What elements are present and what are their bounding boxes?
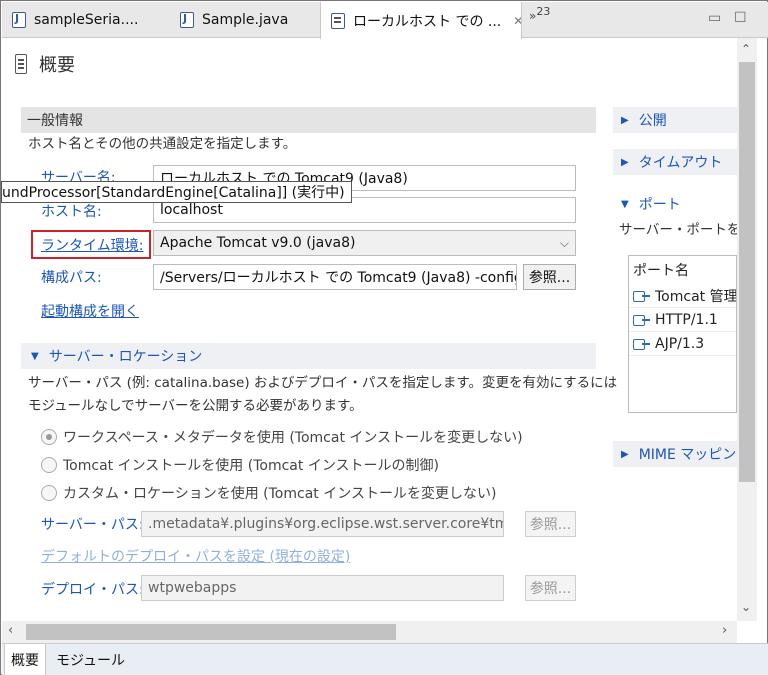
expanded-triangle-icon: ▼ xyxy=(621,198,629,210)
collapsed-triangle-icon: ▶ xyxy=(621,114,629,126)
runtime-environment-select[interactable]: Apache Tomcat v9.0 (java8) ⌵ xyxy=(153,230,576,256)
tab-modules[interactable]: モジュール xyxy=(50,644,131,675)
scroll-up-icon[interactable]: ⌃ xyxy=(741,42,751,56)
table-row[interactable]: HTTP/1.1 xyxy=(629,308,736,332)
radio-tomcat-install[interactable]: Tomcat インストールを使用 (Tomcat インストールの制御) xyxy=(41,455,439,475)
table-row[interactable]: Tomcat 管理 xyxy=(629,284,736,308)
expanded-triangle-icon: ▼ xyxy=(31,350,39,362)
ports-table[interactable]: ポート名 Tomcat 管理 HTTP/1.1 AJP/1.3 xyxy=(628,255,737,413)
server-icon xyxy=(15,54,27,74)
section-title: MIME マッピング xyxy=(638,447,737,463)
section-ports-header[interactable]: ▼ ポート xyxy=(613,191,737,217)
open-launch-config-link[interactable]: 起動構成を開く xyxy=(41,301,139,321)
tab-sample-serial[interactable]: sampleSeria.... xyxy=(2,2,162,38)
port-name: HTTP/1.1 xyxy=(655,311,718,328)
runtime-selected-value: Apache Tomcat v9.0 (java8) xyxy=(160,235,356,251)
tab-server-overview[interactable]: ローカルホスト での ... ✕ xyxy=(320,2,522,39)
server-icon xyxy=(331,12,345,29)
section-title: ポート xyxy=(638,197,681,213)
collapsed-triangle-icon: ▶ xyxy=(621,156,629,168)
config-path-field[interactable]: /Servers/ローカルホスト での Tomcat9 (Java8) -con… xyxy=(153,264,517,290)
deploy-path-field[interactable]: wtpwebapps xyxy=(141,575,504,601)
section-publish-header[interactable]: ▶ 公開 xyxy=(613,107,737,133)
tooltip: undProcessor[StandardEngine[Catalina]] (… xyxy=(1,181,352,203)
server-path-label: サーバー・パス: xyxy=(41,517,144,533)
section-timeout-header[interactable]: ▶ タイムアウト xyxy=(613,149,737,175)
deploy-path-label: デプロイ・パス: xyxy=(41,582,144,598)
scroll-down-icon[interactable]: ⌄ xyxy=(741,600,751,614)
scrollbar-thumb[interactable] xyxy=(26,624,396,640)
scroll-left-icon[interactable]: ‹ xyxy=(8,623,13,638)
tab-label: Sample.java xyxy=(202,12,289,28)
bottom-tab-bar: 概要 モジュール xyxy=(2,643,768,675)
default-deploy-path-link[interactable]: デフォルトのデプロイ・パスを設定 (現在の設定) xyxy=(41,546,350,566)
tab-label: sampleSeria.... xyxy=(34,12,139,28)
ports-column-header: ポート名 xyxy=(633,263,689,279)
horizontal-scrollbar[interactable]: ‹ › xyxy=(2,621,737,643)
radio-selected-icon xyxy=(41,429,57,445)
java-file-icon xyxy=(180,12,194,28)
port-icon xyxy=(633,337,651,351)
scroll-right-icon[interactable]: › xyxy=(722,623,727,638)
radio-label: カスタム・ロケーションを使用 (Tomcat インストールを変更しない) xyxy=(63,486,497,502)
radio-label: Tomcat インストールを使用 (Tomcat インストールの制御) xyxy=(63,458,439,474)
ports-description: サーバー・ポートを変 xyxy=(619,222,737,238)
port-name: AJP/1.3 xyxy=(655,335,705,352)
editor-window: sampleSeria.... Sample.java ローカルホスト での .… xyxy=(0,0,768,675)
radio-label: ワークスペース・メタデータを使用 (Tomcat インストールを変更しない) xyxy=(63,430,523,446)
section-location-header[interactable]: ▼ サーバー・ロケーション xyxy=(21,343,596,369)
tab-overflow-button[interactable]: »23 xyxy=(529,5,550,23)
page-title-text: 概要 xyxy=(39,55,75,76)
table-row[interactable]: AJP/1.3 xyxy=(629,332,736,356)
close-icon[interactable]: ✕ xyxy=(513,14,521,28)
port-icon xyxy=(633,313,651,327)
radio-icon xyxy=(41,485,57,501)
radio-custom-location[interactable]: カスタム・ロケーションを使用 (Tomcat インストールを変更しない) xyxy=(41,483,496,503)
config-browse-button[interactable]: 参照... xyxy=(523,264,576,290)
collapsed-triangle-icon: ▶ xyxy=(621,448,629,460)
tab-sample-java[interactable]: Sample.java xyxy=(170,2,320,38)
highlight-box xyxy=(31,230,151,259)
tab-label: ローカルホスト での ... xyxy=(353,13,502,30)
port-name: Tomcat 管理 xyxy=(655,288,737,305)
vertical-scrollbar[interactable]: ⌃ ⌄ xyxy=(737,38,757,621)
maximize-icon[interactable]: ☐ xyxy=(734,10,747,26)
radio-icon xyxy=(41,457,57,473)
radio-workspace-metadata[interactable]: ワークスペース・メタデータを使用 (Tomcat インストールを変更しない) xyxy=(41,427,523,447)
section-title: サーバー・ロケーション xyxy=(48,349,203,365)
section-title: 公開 xyxy=(638,113,667,129)
server-path-browse-button[interactable]: 参照... xyxy=(525,511,576,537)
chevron-down-icon: ⌵ xyxy=(559,235,569,250)
page-title: 概要 xyxy=(15,51,75,77)
tab-overview[interactable]: 概要 xyxy=(4,644,46,675)
section-mime-header[interactable]: ▶ MIME マッピング xyxy=(613,441,737,467)
location-description-1: サーバー・パス (例: catalina.base) およびデプロイ・パスを指定… xyxy=(28,375,618,391)
overflow-count: 23 xyxy=(536,5,551,18)
location-description-2: モジュールなしでサーバーを公開する必要があります。 xyxy=(28,398,363,414)
java-file-icon xyxy=(12,12,26,28)
section-title: タイムアウト xyxy=(638,155,723,171)
section-general-header: 一般情報 xyxy=(21,107,596,133)
editor-tab-bar: sampleSeria.... Sample.java ローカルホスト での .… xyxy=(2,2,768,39)
server-path-field[interactable]: .metadata¥.plugins¥org.eclipse.wst.serve… xyxy=(141,511,504,537)
minimize-icon[interactable]: ▭ xyxy=(708,10,721,26)
scrollbar-thumb[interactable] xyxy=(739,62,755,482)
port-icon xyxy=(633,289,651,303)
section-title: 一般情報 xyxy=(27,113,83,129)
general-description: ホスト名とその他の共通設定を指定します。 xyxy=(28,136,297,152)
host-name-label: ホスト名: xyxy=(41,204,102,220)
deploy-path-browse-button[interactable]: 参照... xyxy=(525,575,576,601)
config-path-label: 構成パス: xyxy=(41,270,102,286)
